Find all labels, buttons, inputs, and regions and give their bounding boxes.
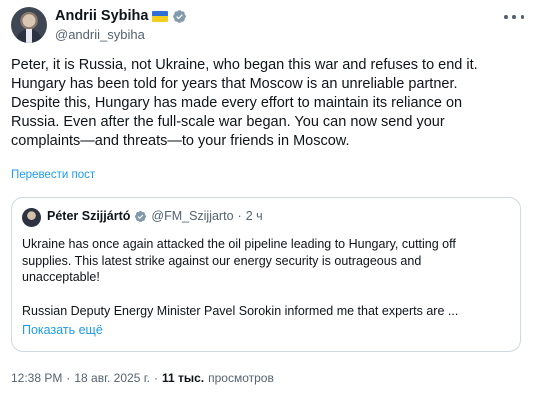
quoted-paragraph: Ukraine has once again attacked the oil …	[22, 236, 512, 286]
quoted-paragraph: Russian Deputy Energy Minister Pavel Sor…	[22, 303, 459, 318]
separator-dot: ·	[66, 371, 71, 385]
author-handle[interactable]: @andrii_sybiha	[55, 27, 145, 42]
tweet-text-line: Russia. Even after the full-scale war be…	[11, 114, 445, 130]
quoted-text-line: Ukraine has once again attacked the oil …	[22, 237, 456, 251]
tweet-text-line: Despite this, Hungary has made every eff…	[11, 95, 463, 111]
verified-badge-icon	[173, 9, 187, 23]
tweet-text-line: Hungary has been told for years that Mos…	[11, 76, 458, 92]
author-display-name[interactable]: Andrii Sybiha	[55, 8, 148, 24]
separator-dot: ·	[153, 371, 158, 385]
tweet-meta: 12:38 PM · 18 авг. 2025 г. · 11 тыс. про…	[11, 371, 274, 385]
tweet-date[interactable]: 18 авг. 2025 г.	[74, 371, 150, 385]
quoted-tweet[interactable]: Péter Szijjártó @FM_Szijjarto · 2 ч Ukra…	[11, 197, 521, 352]
tweet-time[interactable]: 12:38 PM	[11, 371, 62, 385]
quoted-text-line: supplies. This latest strike against our…	[22, 253, 422, 268]
translate-post-link[interactable]: Перевести пост	[11, 169, 95, 181]
quoted-text-line: unacceptable!	[22, 270, 100, 284]
tweet: Andrii Sybiha @andrii_sybiha Peter, it i…	[0, 0, 537, 400]
views-label: просмотров	[208, 371, 274, 385]
views-count: 11 тыс.	[161, 371, 205, 385]
more-options-icon[interactable]	[504, 10, 524, 24]
verified-badge-icon	[135, 210, 147, 222]
show-more-link[interactable]: Показать ещё	[22, 323, 103, 337]
quoted-tweet-time[interactable]: 2 ч	[246, 209, 263, 223]
quoted-author-name: Péter Szijjártó	[47, 209, 131, 223]
quoted-tweet-header: Péter Szijjártó @FM_Szijjarto · 2 ч	[47, 209, 263, 223]
quoted-tweet-text: Ukraine has once again attacked the oil …	[22, 236, 512, 319]
tweet-text: Peter, it is Russia, not Ukraine, who be…	[11, 56, 531, 151]
author-name-row: Andrii Sybiha	[55, 8, 187, 24]
ukraine-flag-icon	[152, 10, 169, 22]
separator-dot: ·	[237, 209, 242, 223]
quoted-author-handle: @FM_Szijjarto	[151, 209, 234, 223]
tweet-text-line: Peter, it is Russia, not Ukraine, who be…	[11, 57, 478, 73]
tweet-text-line: complaints—and threats—to your friends i…	[11, 133, 350, 149]
quoted-author-avatar[interactable]	[22, 208, 41, 227]
author-avatar[interactable]	[11, 7, 47, 43]
